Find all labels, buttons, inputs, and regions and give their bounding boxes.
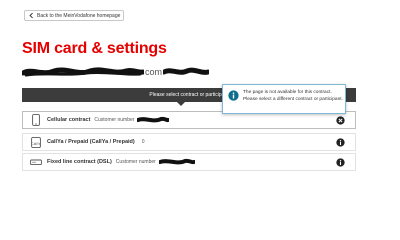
contract-meta: 0 (139, 139, 145, 145)
router-icon (30, 156, 42, 168)
unavailable-tooltip: The page is not available for this contr… (222, 84, 346, 114)
redaction-scribble (22, 67, 144, 77)
redaction-scribble (158, 158, 195, 165)
contract-row-dsl[interactable]: Fixed line contract (DSL) Customer numbe… (22, 153, 356, 171)
contract-name: Cellular contract (47, 117, 91, 123)
phone-icon (30, 114, 42, 126)
account-domain-fragment: com (145, 67, 163, 77)
tooltip-line-1: The page is not available for this contr… (243, 90, 332, 95)
svg-text:CallYa: CallYa (31, 142, 40, 146)
chevron-left-icon (29, 12, 33, 19)
info-icon[interactable] (336, 158, 345, 167)
contract-meta: Customer number (116, 159, 156, 165)
select-bar-pointer (177, 102, 185, 106)
customer-number-label: Customer number (94, 117, 135, 123)
close-icon[interactable] (336, 116, 345, 125)
select-contract-text: Please select contract or participant (149, 92, 229, 98)
customer-number-label: Customer number (115, 159, 156, 165)
tooltip-message: The page is not available for this contr… (243, 85, 343, 103)
back-to-homepage-link[interactable]: Back to the MeinVodafone homepage (24, 10, 125, 21)
contract-name: CallYa / Prepaid (CallYa / Prepaid) (47, 139, 135, 145)
contract-name: Fixed line contract (DSL) (47, 159, 112, 165)
back-link-label: Back to the MeinVodafone homepage (37, 12, 121, 19)
contract-count: 0 (141, 139, 145, 145)
redaction-scribble (137, 116, 170, 123)
info-icon (228, 90, 239, 101)
contract-row-prepaid[interactable]: CallYa CallYa / Prepaid (CallYa / Prepai… (22, 133, 356, 151)
page-title: SIM card & settings (22, 40, 167, 57)
info-icon[interactable] (336, 138, 345, 147)
redaction-scribble (163, 67, 210, 75)
tooltip-line-2: Please select a different contract or pa… (243, 97, 343, 102)
prepaid-sim-icon: CallYa (30, 136, 42, 148)
account-email-redacted: com (22, 66, 210, 78)
contract-meta: Customer number (94, 117, 134, 123)
